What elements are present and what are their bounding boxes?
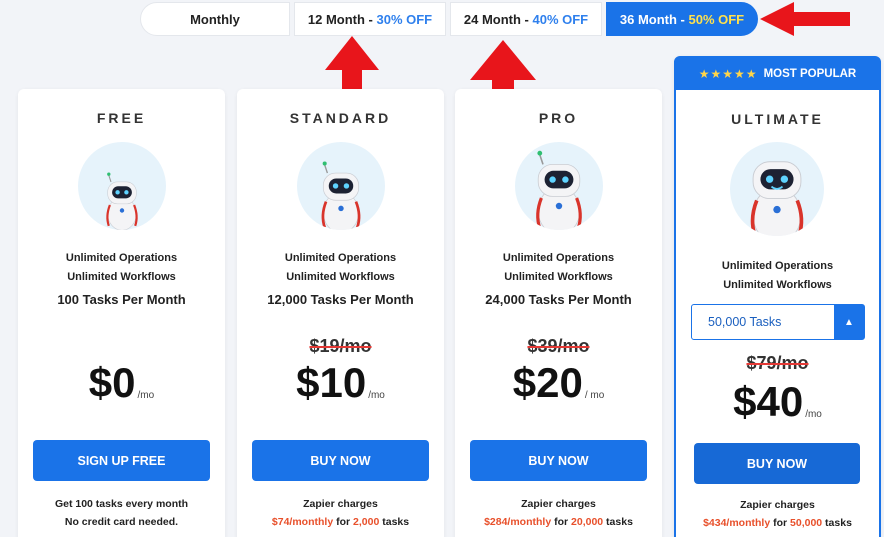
plan-name: ULTIMATE	[731, 111, 824, 127]
price: $10 /mo	[237, 359, 444, 407]
robot-illustration	[515, 142, 603, 230]
tasks-per-month: 24,000 Tasks Per Month	[485, 292, 632, 307]
price-amount: $0	[88, 359, 136, 406]
tab-36-month-discount: 50% OFF	[688, 11, 745, 27]
plan-name: STANDARD	[289, 110, 392, 126]
annotation-arrow-left	[760, 2, 850, 36]
robot-illustration	[297, 142, 385, 230]
note-tail: tasks	[379, 516, 410, 528]
note-tail: tasks	[822, 517, 852, 529]
plan-note-line1: Zapier charges	[521, 498, 596, 510]
plan-note-line1: Zapier charges	[740, 499, 815, 511]
feature-operations: Unlimited Operations	[502, 252, 615, 264]
tab-36-month-label: 36 Month -	[619, 11, 689, 27]
caret-up-icon[interactable]: ▲	[834, 305, 864, 339]
price: $20 / mo	[455, 359, 662, 407]
plan-name: FREE	[96, 110, 147, 126]
plan-card-ultimate: ★★★★★ MOST POPULAR ULTIMATE Unlimited Op…	[674, 56, 881, 537]
feature-operations: Unlimited Operations	[65, 252, 178, 264]
robot-illustration	[78, 142, 166, 230]
plan-note-line2: $74/monthly for 2,000 tasks	[237, 516, 444, 528]
tab-12-month[interactable]: 12 Month - 30% OFF	[294, 2, 446, 36]
feature-workflows: Unlimited Workflows	[286, 271, 395, 283]
buy-now-button[interactable]: BUY NOW	[470, 440, 647, 481]
competitor-tasks: 20,000	[571, 516, 604, 528]
feature-workflows: Unlimited Workflows	[504, 271, 613, 283]
plan-note-line2: $284/monthly for 20,000 tasks	[455, 516, 662, 528]
star-rating-icon: ★★★★★	[698, 67, 758, 81]
feature-workflows: Unlimited Workflows	[723, 279, 832, 291]
ribbon-label: MOST POPULAR	[763, 68, 857, 80]
task-quantity-select[interactable]: 50,000 Tasks ▲	[691, 304, 865, 340]
competitor-tasks: 2,000	[353, 516, 380, 528]
note-connector: for	[333, 516, 354, 528]
plan-note-line2: No credit card needed.	[64, 516, 179, 528]
price: $0 /mo	[18, 359, 225, 407]
tab-12-month-discount: 30% OFF	[376, 11, 433, 27]
note-tail: tasks	[603, 516, 633, 528]
plan-name: PRO	[538, 110, 579, 126]
price-amount: $10	[296, 359, 367, 406]
tab-monthly[interactable]: Monthly	[140, 2, 290, 36]
tab-24-month[interactable]: 24 Month - 40% OFF	[450, 2, 602, 36]
plan-card-standard: STANDARD Unlimited Operations Unlimited …	[237, 89, 444, 537]
plan-note-line2: $434/monthly for 50,000 tasks	[676, 517, 879, 529]
buy-now-button[interactable]: BUY NOW	[694, 443, 860, 484]
most-popular-ribbon: ★★★★★ MOST POPULAR	[676, 58, 879, 90]
competitor-price: $74/monthly	[271, 516, 334, 528]
tab-36-month[interactable]: 36 Month - 50% OFF	[606, 2, 758, 36]
old-price: $19/mo	[309, 336, 372, 356]
feature-workflows: Unlimited Workflows	[67, 271, 176, 283]
sign-up-free-button[interactable]: SIGN UP FREE	[33, 440, 210, 481]
price: $40 /mo	[676, 378, 879, 426]
price-period: /mo	[368, 390, 385, 401]
tasks-per-month: 100 Tasks Per Month	[57, 292, 186, 307]
price-period: / mo	[584, 390, 605, 401]
plan-card-free: FREE Unlimited Operations Unlimited Work…	[18, 89, 225, 537]
plan-card-pro: PRO Unlimited Operations Unlimited Workf…	[455, 89, 662, 537]
billing-period-tabs: Monthly 12 Month - 30% OFF 24 Month - 40…	[140, 2, 758, 36]
plan-note-line1: Zapier charges	[303, 498, 378, 510]
feature-operations: Unlimited Operations	[721, 260, 834, 272]
tab-12-month-label: 12 Month -	[307, 11, 377, 27]
note-connector: for	[770, 517, 791, 529]
price-period: /mo	[805, 409, 822, 420]
tasks-per-month: 12,000 Tasks Per Month	[267, 292, 414, 307]
tab-24-month-discount: 40% OFF	[532, 11, 589, 27]
tab-24-month-label: 24 Month -	[463, 11, 533, 27]
price-amount: $40	[733, 378, 804, 425]
buy-now-button[interactable]: BUY NOW	[252, 440, 429, 481]
old-price: $79/mo	[746, 353, 809, 373]
competitor-price: $284/monthly	[484, 516, 552, 528]
competitor-tasks: 50,000	[790, 517, 823, 529]
feature-operations: Unlimited Operations	[284, 252, 397, 264]
price-amount: $20	[512, 359, 583, 406]
robot-illustration	[730, 142, 824, 236]
competitor-price: $434/monthly	[703, 517, 771, 529]
old-price: $39/mo	[527, 336, 590, 356]
plan-note-line1: Get 100 tasks every month	[54, 498, 189, 510]
task-select-value: 50,000 Tasks	[708, 315, 782, 329]
note-connector: for	[551, 516, 572, 528]
price-period: /mo	[137, 390, 155, 401]
tab-monthly-label: Monthly	[190, 11, 240, 27]
